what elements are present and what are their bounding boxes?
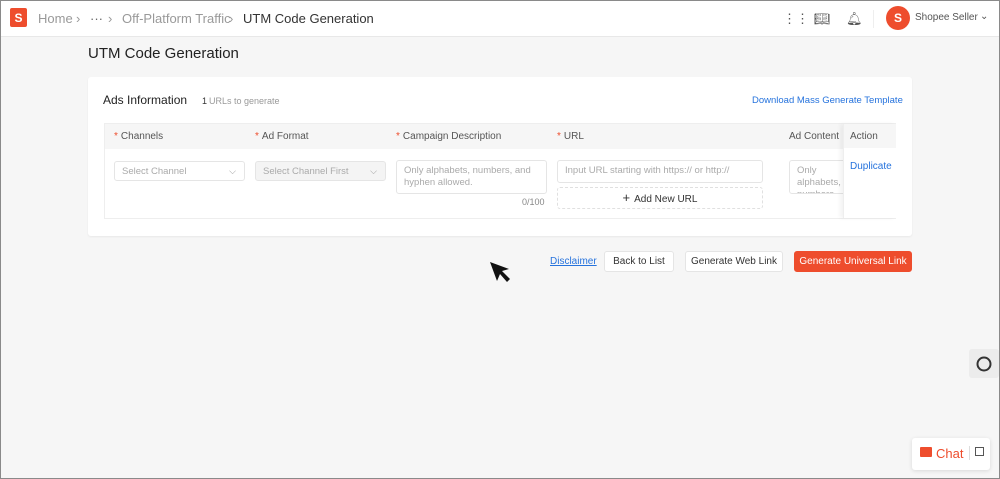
chat-widget[interactable]: Chat (912, 438, 990, 470)
top-header: S Home › ··· › Off-Platform Traffic › UT… (0, 0, 1000, 37)
download-template-link[interactable]: Download Mass Generate Template (752, 95, 903, 106)
chat-icon (920, 447, 932, 457)
mouse-cursor-icon (490, 262, 510, 282)
headset-icon (976, 356, 992, 372)
campaign-description-input[interactable]: Only alphabets, numbers, and hyphen allo… (396, 160, 547, 194)
url-input[interactable]: Input URL starting with https:// or http… (557, 160, 763, 183)
col-campaign-description: * Campaign Description (396, 131, 502, 142)
url-count-label: URLs to generate (209, 96, 280, 106)
col-channels: * Channels (114, 131, 164, 142)
duplicate-link[interactable]: Duplicate (850, 161, 892, 172)
back-to-list-button[interactable]: Back to List (604, 251, 674, 272)
divider (969, 446, 970, 460)
chevron-down-icon: ⌵ (229, 166, 236, 176)
col-ad-content: Ad Content (789, 131, 840, 142)
ad-format-select: Select Channel First ⌵ (255, 161, 386, 181)
shopee-logo[interactable]: S (10, 8, 27, 27)
ads-table: * Channels * Ad Format * Campaign Descripti… (104, 123, 896, 219)
breadcrumb-off-platform[interactable]: Off-Platform Traffic (122, 11, 231, 26)
avatar[interactable]: S (886, 6, 910, 30)
chevron-down-icon: ⌵ (370, 166, 377, 176)
action-column: Action Duplicate (843, 124, 896, 218)
col-url: * URL (557, 131, 584, 142)
table-header: * Channels * Ad Format * Campaign Descripti… (105, 124, 895, 149)
breadcrumb-home[interactable]: Home (38, 11, 73, 26)
chevron-right-icon: › (108, 11, 113, 26)
minimize-icon[interactable] (975, 447, 984, 456)
customer-support-button[interactable] (969, 349, 999, 378)
disclaimer-link[interactable]: Disclaimer (550, 256, 597, 267)
user-name[interactable]: Shopee Seller (915, 12, 978, 23)
bell-icon[interactable]: 🔔︎ (846, 11, 863, 27)
channel-select[interactable]: Select Channel ⌵ (114, 161, 245, 181)
breadcrumb-more[interactable]: ··· (90, 11, 103, 26)
col-action: Action (844, 124, 896, 148)
add-new-url-button[interactable]: + Add New URL (557, 187, 763, 209)
char-count: 0/100 (522, 197, 545, 207)
chat-label[interactable]: Chat (936, 446, 963, 461)
generate-web-link-button[interactable]: Generate Web Link (685, 251, 783, 272)
card-title: Ads Information (103, 93, 188, 107)
chevron-down-icon[interactable]: ⌄ (980, 11, 988, 22)
chevron-right-icon: › (229, 11, 234, 26)
col-ad-format: * Ad Format (255, 131, 309, 142)
page-title: UTM Code Generation (88, 45, 239, 62)
divider (873, 10, 874, 28)
plus-icon: + (622, 190, 631, 205)
book-icon[interactable]: 📖︎ (814, 11, 831, 27)
chevron-right-icon: › (76, 11, 81, 26)
ad-content-input[interactable]: Only alphabets, numbers, and hyphen allo… (789, 160, 849, 194)
window-frame (0, 0, 1000, 479)
generate-universal-link-button[interactable]: Generate Universal Link (794, 251, 912, 272)
breadcrumb-current: UTM Code Generation (243, 11, 374, 26)
url-count: 1 (202, 96, 208, 106)
